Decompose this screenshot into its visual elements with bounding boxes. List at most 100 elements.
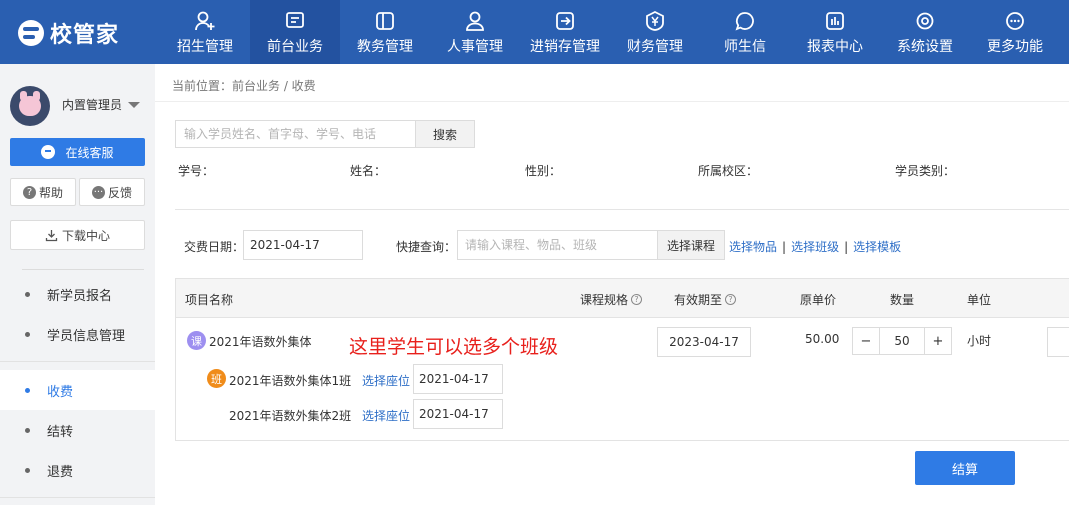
sidebar-item-label: 退费 (47, 464, 74, 480)
select-course-button[interactable]: 选择课程 (657, 230, 725, 260)
nav-label: 报表中心 (807, 39, 863, 55)
main-nav: 招生管理 前台业务 教务管理 人事管理 进销存管理 财务管理 师生信 报表中心 … (160, 0, 1060, 64)
decrement-button[interactable]: − (853, 328, 879, 354)
header-unit: 单位 (967, 293, 992, 307)
sidebar-item-new-enrollment[interactable]: 新学员报名 (0, 274, 155, 314)
chat-bubble-icon (41, 145, 56, 159)
fee-date-label: 交费日期： (184, 240, 245, 254)
divider (155, 101, 1069, 102)
user-plus-icon (194, 10, 216, 32)
class-date-field[interactable]: 2021-04-17 (413, 364, 503, 394)
quick-search-input[interactable] (457, 230, 657, 260)
divider (0, 361, 155, 362)
nav-label: 招生管理 (177, 39, 233, 55)
bullet-icon (25, 387, 30, 393)
select-seat-link[interactable]: 选择座位 (362, 407, 410, 424)
nav-label: 系统设置 (897, 39, 953, 55)
nav-label: 更多功能 (987, 39, 1043, 55)
amount-field[interactable] (1047, 327, 1069, 357)
download-center-button[interactable]: 下载中心 (10, 220, 145, 250)
search-button[interactable]: 搜索 (415, 120, 475, 148)
download-center-label: 下载中心 (61, 228, 110, 243)
nav-item-academic[interactable]: 教务管理 (340, 0, 430, 64)
table-header: 项目名称 课程规格 ? 有效期至 ? 原单价 数量 单位 (176, 279, 1069, 318)
bullet-icon (25, 427, 30, 433)
chat-icon (734, 10, 756, 32)
nav-item-messaging[interactable]: 师生信 (700, 0, 790, 64)
select-item-link[interactable]: 选择物品 (729, 240, 777, 254)
more-icon (1004, 10, 1026, 32)
help-button[interactable]: ? 帮助 (10, 178, 76, 206)
annotation-text: 这里学生可以选多个班级 (349, 336, 559, 358)
help-label: 帮助 (38, 185, 63, 200)
class-date-field[interactable]: 2021-04-17 (413, 399, 503, 429)
fee-date-field[interactable]: 2021-04-17 (243, 230, 363, 260)
header-quantity: 数量 (890, 293, 915, 307)
user-name[interactable]: 内置管理员 (62, 96, 122, 113)
header-course-spec: 课程规格 ? (580, 291, 643, 308)
class-name: 2021年语数外集体1班 (229, 374, 352, 388)
class-name: 2021年语数外集体2班 (229, 409, 352, 423)
help-circle-icon[interactable]: ? (725, 294, 737, 305)
desk-icon (284, 10, 306, 32)
help-circle-icon[interactable]: ? (631, 294, 643, 305)
nav-label: 师生信 (724, 39, 766, 55)
select-class-link[interactable]: 选择班级 (791, 240, 839, 254)
avatar[interactable] (10, 86, 50, 126)
select-template-link[interactable]: 选择模板 (853, 240, 901, 254)
campus-label: 所属校区： (698, 164, 759, 178)
caret-down-icon[interactable] (128, 102, 140, 108)
sidebar-item-transfer[interactable]: 结转 (0, 410, 155, 450)
link-separator: | (844, 240, 849, 254)
nav-label: 财务管理 (627, 39, 683, 55)
header-valid-until-label: 有效期至 (674, 293, 723, 307)
breadcrumb: 当前位置：前台业务 / 收费 (172, 79, 316, 93)
download-icon (45, 229, 58, 242)
sidebar-item-label: 新学员报名 (47, 288, 113, 304)
sidebar: 内置管理员 在线客服 ? 帮助 ··· 反馈 下载中心 新学员报名 学员信息管理… (0, 64, 155, 505)
divider (175, 209, 1069, 210)
charge-items-table: 项目名称 课程规格 ? 有效期至 ? 原单价 数量 单位 课 2021年语数外集… (175, 278, 1069, 441)
nav-item-reports[interactable]: 报表中心 (790, 0, 880, 64)
nav-item-inventory[interactable]: 进销存管理 (520, 0, 610, 64)
feedback-button[interactable]: ··· 反馈 (79, 178, 145, 206)
quick-search-label: 快捷查询： (396, 240, 457, 254)
orig-price: 50.00 (805, 332, 840, 346)
valid-until-field[interactable]: 2023-04-17 (657, 327, 751, 357)
logo-icon (18, 20, 44, 46)
settle-button[interactable]: 结算 (915, 451, 1015, 485)
app-logo[interactable]: 校管家 (18, 18, 119, 48)
select-links: 选择物品 | 选择班级 | 选择模板 (729, 238, 901, 255)
bullet-icon (25, 331, 30, 337)
person-icon (464, 10, 486, 32)
quantity-field[interactable]: 50 (879, 328, 925, 354)
nav-item-finance[interactable]: 财务管理 (610, 0, 700, 64)
sidebar-item-refund[interactable]: 退费 (0, 450, 155, 490)
student-name-label: 姓名： (350, 164, 387, 178)
increment-button[interactable]: + (925, 328, 951, 354)
nav-item-front-desk[interactable]: 前台业务 (250, 0, 340, 64)
sidebar-item-student-info[interactable]: 学员信息管理 (0, 314, 155, 354)
select-seat-link[interactable]: 选择座位 (362, 372, 410, 389)
gear-icon (914, 10, 936, 32)
header-item-name: 项目名称 (185, 293, 234, 307)
online-service-label: 在线客服 (65, 145, 114, 160)
nav-item-more[interactable]: 更多功能 (970, 0, 1060, 64)
sidebar-item-label: 学员信息管理 (47, 328, 126, 344)
student-search-input[interactable] (175, 120, 415, 148)
link-separator: | (782, 240, 787, 254)
question-icon: ? (22, 185, 36, 199)
nav-label: 教务管理 (357, 39, 413, 55)
yen-icon (644, 10, 666, 32)
bar-chart-icon (824, 10, 846, 32)
online-service-button[interactable]: 在线客服 (10, 138, 145, 166)
feedback-label: 反馈 (107, 185, 132, 200)
avatar-face (19, 96, 41, 116)
nav-item-enrollment[interactable]: 招生管理 (160, 0, 250, 64)
nav-item-hr[interactable]: 人事管理 (430, 0, 520, 64)
top-nav-bar: 校管家 招生管理 前台业务 教务管理 人事管理 进销存管理 财务管理 师生信 报… (0, 0, 1069, 64)
sidebar-item-charge[interactable]: 收费 (0, 370, 155, 410)
nav-item-settings[interactable]: 系统设置 (880, 0, 970, 64)
header-orig-price: 原单价 (800, 293, 837, 307)
header-valid-until: 有效期至 ? (674, 291, 737, 308)
